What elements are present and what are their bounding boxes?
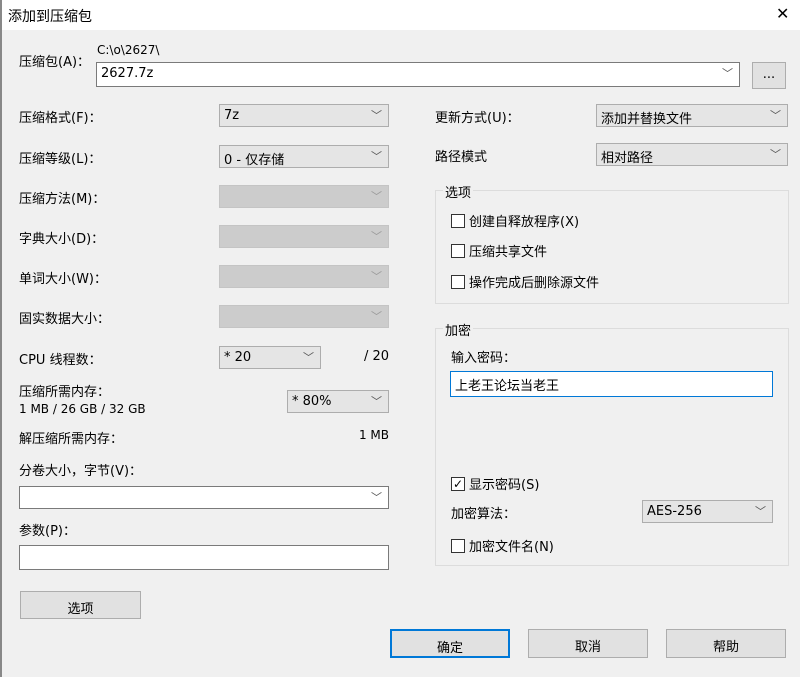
window-title: 添加到压缩包 — [8, 9, 92, 25]
chevron-down-icon: ﹀ — [722, 67, 733, 80]
help-button[interactable]: 帮助 — [666, 629, 786, 658]
password-label: 输入密码： — [451, 351, 517, 366]
level-value: 0 - 仅存储 — [224, 153, 285, 168]
pathmode-label: 路径模式 — [435, 150, 488, 165]
delete-checkbox[interactable]: 操作完成后删除源文件 — [451, 272, 599, 291]
mem-label: 压缩所需内存： — [19, 385, 111, 400]
split-label: 分卷大小，字节(V)： — [19, 464, 143, 479]
chevron-down-icon: ﹀ — [371, 109, 382, 122]
delete-label: 操作完成后删除源文件 — [469, 276, 600, 291]
level-select[interactable]: 0 - 仅存储 ﹀ — [219, 145, 389, 168]
checkbox-box — [451, 213, 465, 228]
dmem-label: 解压缩所需内存： — [19, 432, 124, 447]
chevron-down-icon: ﹀ — [371, 230, 382, 243]
cpu-max: / 20 — [363, 349, 389, 364]
sfx-label: 创建自释放程序(X) — [469, 215, 580, 230]
encryption-group-title: 加密 — [443, 320, 474, 339]
solid-select[interactable]: ﹀ — [219, 305, 389, 328]
cpu-select[interactable]: * 20 ﹀ — [219, 346, 321, 369]
chevron-down-icon: ﹀ — [303, 351, 314, 364]
checkbox-box — [451, 243, 465, 258]
params-input[interactable] — [19, 545, 389, 570]
chevron-down-icon: ﹀ — [371, 270, 382, 283]
show-password-checkbox[interactable]: ✓ 显示密码(S) — [451, 474, 539, 493]
update-value: 添加并替换文件 — [601, 112, 693, 127]
alg-select[interactable]: AES-256 ﹀ — [642, 500, 773, 523]
shared-label: 压缩共享文件 — [469, 245, 548, 260]
chevron-down-icon: ﹀ — [770, 109, 781, 122]
check-icon: ✓ — [451, 476, 465, 491]
window-border — [0, 0, 2, 677]
method-label: 压缩方法(M)： — [19, 192, 106, 207]
archive-path: C:\o\2627\ — [97, 43, 160, 57]
mem-detail: 1 MB / 26 GB / 32 GB — [19, 402, 146, 416]
checkbox-box — [451, 538, 465, 553]
title-bar — [0, 0, 800, 30]
archive-label: 压缩包(A)： — [19, 55, 91, 70]
cancel-button[interactable]: 取消 — [528, 629, 648, 658]
word-label: 单词大小(W)： — [19, 272, 107, 287]
cpu-value: * 20 — [224, 350, 252, 365]
dict-select[interactable]: ﹀ — [219, 225, 389, 248]
encrypt-names-checkbox[interactable]: 加密文件名(N) — [451, 536, 554, 555]
archive-name: 2627.7z — [101, 66, 154, 81]
dmem-value: 1 MB — [358, 428, 389, 442]
shared-checkbox[interactable]: 压缩共享文件 — [451, 241, 547, 260]
format-select[interactable]: 7z ﹀ — [219, 104, 389, 127]
checkbox-box — [451, 274, 465, 289]
password-input[interactable]: 上老王论坛当老王 — [450, 371, 773, 397]
cpu-label: CPU 线程数： — [19, 353, 102, 368]
chevron-down-icon: ﹀ — [371, 190, 382, 203]
update-label: 更新方式(U)： — [435, 111, 520, 126]
chevron-down-icon: ﹀ — [371, 395, 382, 408]
encrypt-names-label: 加密文件名(N) — [469, 540, 554, 555]
format-label: 压缩格式(F)： — [19, 111, 102, 126]
alg-label: 加密算法： — [451, 507, 517, 522]
split-combo[interactable]: ﹀ — [19, 486, 389, 509]
chevron-down-icon: ﹀ — [770, 148, 781, 161]
alg-value: AES-256 — [647, 504, 702, 519]
archive-name-combo[interactable]: 2627.7z ﹀ — [96, 62, 740, 87]
update-select[interactable]: 添加并替换文件 ﹀ — [596, 104, 788, 127]
method-select[interactable]: ﹀ — [219, 185, 389, 208]
format-value: 7z — [224, 108, 240, 123]
params-label: 参数(P)： — [19, 524, 76, 539]
show-password-label: 显示密码(S) — [469, 478, 540, 493]
solid-label: 固实数据大小： — [19, 312, 111, 327]
close-icon[interactable]: ✕ — [776, 4, 789, 23]
chevron-down-icon: ﹀ — [371, 310, 382, 323]
mem-value: * 80% — [292, 394, 332, 409]
chevron-down-icon: ﹀ — [371, 491, 382, 504]
level-label: 压缩等级(L)： — [19, 152, 102, 167]
chevron-down-icon: ﹀ — [755, 505, 766, 518]
pathmode-value: 相对路径 — [601, 151, 654, 166]
dict-label: 字典大小(D)： — [19, 232, 105, 247]
ok-button[interactable]: 确定 — [390, 629, 510, 658]
options-button[interactable]: 选项 — [20, 591, 141, 619]
chevron-down-icon: ﹀ — [371, 150, 382, 163]
sfx-checkbox[interactable]: 创建自释放程序(X) — [451, 211, 579, 230]
mem-select[interactable]: * 80% ﹀ — [287, 390, 389, 413]
word-select[interactable]: ﹀ — [219, 265, 389, 288]
browse-button[interactable]: ... — [752, 62, 786, 89]
options-group-title: 选项 — [443, 182, 474, 201]
pathmode-select[interactable]: 相对路径 ﹀ — [596, 143, 788, 166]
